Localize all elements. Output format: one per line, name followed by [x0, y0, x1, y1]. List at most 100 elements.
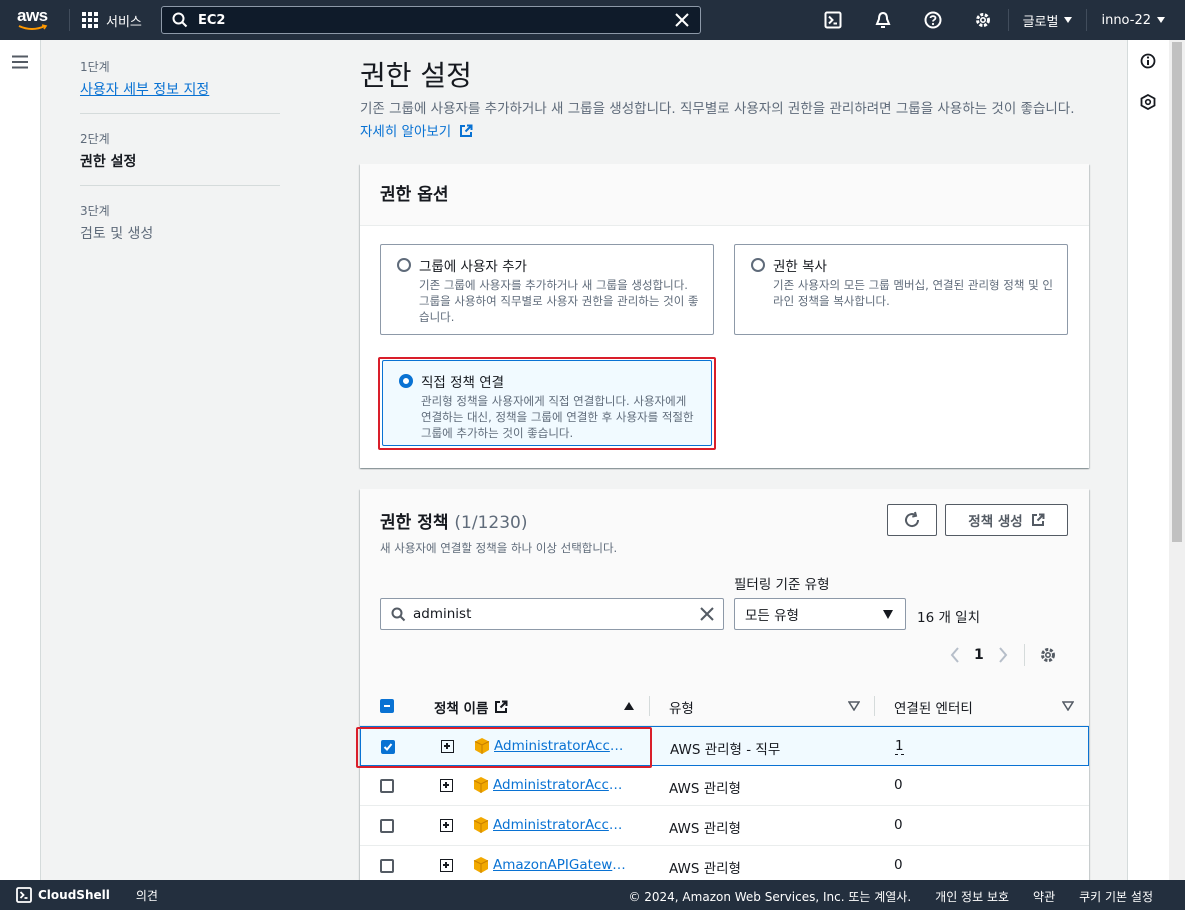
gear-icon[interactable] — [1039, 646, 1057, 664]
terminal-icon — [824, 11, 842, 29]
caret-down-icon — [1064, 17, 1073, 23]
search-icon — [172, 12, 188, 28]
chevron-left-icon[interactable] — [950, 647, 960, 663]
policy-name-link[interactable]: AmazonAPIGatewayAdministrator — [493, 857, 627, 873]
cloudshell-button[interactable] — [808, 0, 858, 40]
gear-icon — [975, 13, 990, 27]
row-checkbox[interactable] — [380, 819, 394, 833]
policy-type-select[interactable]: 모든 유형 — [734, 598, 906, 630]
external-link-icon — [1031, 513, 1045, 526]
clear-search-icon[interactable] — [699, 606, 715, 622]
aws-logo[interactable]: aws — [15, 5, 55, 35]
sort-icon[interactable] — [1062, 701, 1074, 711]
policy-search-value: administ — [413, 606, 472, 622]
help-button[interactable] — [908, 0, 958, 40]
permission-options-title: 권한 옵션 — [360, 164, 1089, 226]
learn-more-link[interactable]: 자세히 알아보기 — [360, 124, 473, 140]
settings-button[interactable] — [958, 0, 1008, 40]
grid-icon — [82, 12, 98, 28]
caret-down-icon — [1157, 17, 1165, 23]
global-search-input[interactable]: EC2 — [161, 6, 701, 34]
policies-description: 새 사용자에 연결할 정책을 하나 이상 선택합니다. — [380, 541, 618, 555]
policy-name-link[interactable]: AdministratorAccess-Amplify — [493, 777, 627, 793]
column-divider — [874, 696, 875, 716]
footer: CloudShell 의견 © 2024, Amazon Web Service… — [0, 880, 1185, 910]
column-header-type[interactable]: 유형 — [669, 697, 694, 717]
step-divider — [80, 185, 280, 186]
copyright-text: © 2024, Amazon Web Services, Inc. 또는 계열사… — [628, 890, 912, 904]
policies-panel-body: 권한 정책 (1/1230) 새 사용자에 연결할 정책을 하나 이상 선택합니… — [360, 489, 1089, 880]
policy-entities[interactable]: 1 — [895, 738, 904, 755]
option-add-to-group[interactable]: 그룹에 사용자 추가 기존 그룹에 사용자를 추가하거나 새 그룹을 생성합니다… — [380, 244, 714, 335]
option-copy-permissions[interactable]: 권한 복사 기존 사용자의 모든 그룹 멤버십, 연결된 관리형 정책 및 인라… — [734, 244, 1068, 335]
sort-ascending-icon[interactable] — [623, 701, 635, 711]
left-navigation-strip — [0, 40, 41, 880]
cookie-preferences-link[interactable]: 쿠키 기본 설정 — [1079, 888, 1153, 905]
step-divider — [80, 113, 280, 114]
step-link-user-details[interactable]: 사용자 세부 정보 지정 — [80, 79, 280, 99]
sort-icon[interactable] — [848, 701, 860, 711]
permission-policies-panel: 권한 정책 (1/1230) 새 사용자에 연결할 정책을 하나 이상 선택합니… — [360, 489, 1089, 880]
policy-type: AWS 관리형 - 직무 — [670, 742, 781, 758]
radio-button[interactable] — [397, 258, 411, 272]
chevron-right-icon[interactable] — [998, 647, 1008, 663]
page-title: 권한 설정 — [360, 59, 472, 92]
option-title: 권한 복사 — [773, 259, 827, 275]
row-checkbox[interactable] — [380, 779, 394, 793]
page-description-text: 기존 그룹에 사용자를 추가하거나 새 그룹을 생성합니다. 직무별로 사용자의… — [360, 101, 1075, 117]
select-all-checkbox[interactable] — [380, 699, 394, 713]
highlight-box — [356, 727, 652, 768]
page-scrollbar[interactable] — [1169, 40, 1185, 880]
expand-row-icon[interactable] — [440, 859, 453, 872]
pager-divider — [1023, 644, 1025, 666]
info-icon[interactable] — [1140, 53, 1156, 69]
policy-box-icon — [473, 777, 489, 793]
create-policy-button[interactable]: 정책 생성 — [945, 504, 1068, 536]
external-link-icon — [459, 124, 473, 137]
region-menu[interactable]: 글로벌 — [1009, 11, 1087, 30]
aws-smile-icon — [18, 24, 48, 30]
step-review-create: 검토 및 생성 — [80, 226, 154, 242]
highlight-box — [378, 357, 716, 450]
column-header-entities[interactable]: 연결된 엔터티 — [894, 697, 973, 717]
top-navigation: aws 서비스 EC2 글로벌 inno-22 — [0, 0, 1185, 40]
policy-search-input[interactable]: administ — [380, 598, 724, 630]
terms-link[interactable]: 약관 — [1033, 888, 1055, 905]
step-number: 2단계 — [80, 132, 110, 146]
privacy-link[interactable]: 개인 정보 보호 — [935, 888, 1009, 905]
search-icon — [391, 607, 406, 622]
services-label: 서비스 — [106, 14, 142, 30]
scrollbar-thumb[interactable] — [1172, 42, 1182, 542]
column-header-policy-name[interactable]: 정책 이름 — [434, 697, 508, 717]
expand-row-icon[interactable] — [440, 819, 453, 832]
cloudshell-link[interactable]: CloudShell — [16, 887, 110, 903]
current-page[interactable]: 1 — [974, 647, 984, 663]
services-menu[interactable]: 서비스 — [82, 0, 142, 40]
hamburger-menu-icon[interactable] — [12, 55, 28, 69]
terminal-icon — [16, 887, 32, 903]
account-label: inno-22 — [1101, 12, 1151, 28]
policy-entities: 0 — [894, 817, 903, 833]
feedback-link[interactable]: 의견 — [136, 887, 158, 904]
policy-type: AWS 관리형 — [669, 781, 741, 797]
row-checkbox[interactable] — [380, 859, 394, 873]
expand-row-icon[interactable] — [440, 779, 453, 792]
table-row[interactable]: AdministratorAccess-Amplify AWS 관리형 0 — [360, 766, 1089, 806]
hexagon-icon[interactable] — [1140, 94, 1156, 110]
bell-icon — [875, 11, 891, 28]
policy-type: AWS 관리형 — [669, 861, 741, 877]
notifications-button[interactable] — [858, 0, 908, 40]
refresh-icon — [905, 511, 920, 528]
account-menu[interactable]: inno-22 — [1087, 13, 1185, 28]
clear-search-icon[interactable] — [673, 11, 691, 29]
step-number: 1단계 — [80, 60, 110, 74]
refresh-button[interactable] — [887, 504, 937, 536]
step-number: 3단계 — [80, 204, 110, 218]
radio-button[interactable] — [751, 258, 765, 272]
table-row[interactable]: AdministratorAccess-AWSElasticBeanstalk … — [360, 806, 1089, 846]
nav-right-group: 글로벌 inno-22 — [808, 0, 1185, 40]
table-row[interactable]: AmazonAPIGatewayAdministrator AWS 관리형 0 — [360, 846, 1089, 880]
policy-entities: 0 — [894, 857, 903, 873]
policy-name-link[interactable]: AdministratorAccess-AWSElasticBeanstalk — [493, 817, 627, 833]
option-desc: 기존 그룹에 사용자를 추가하거나 새 그룹을 생성합니다. 그룹을 사용하여 … — [419, 278, 699, 324]
